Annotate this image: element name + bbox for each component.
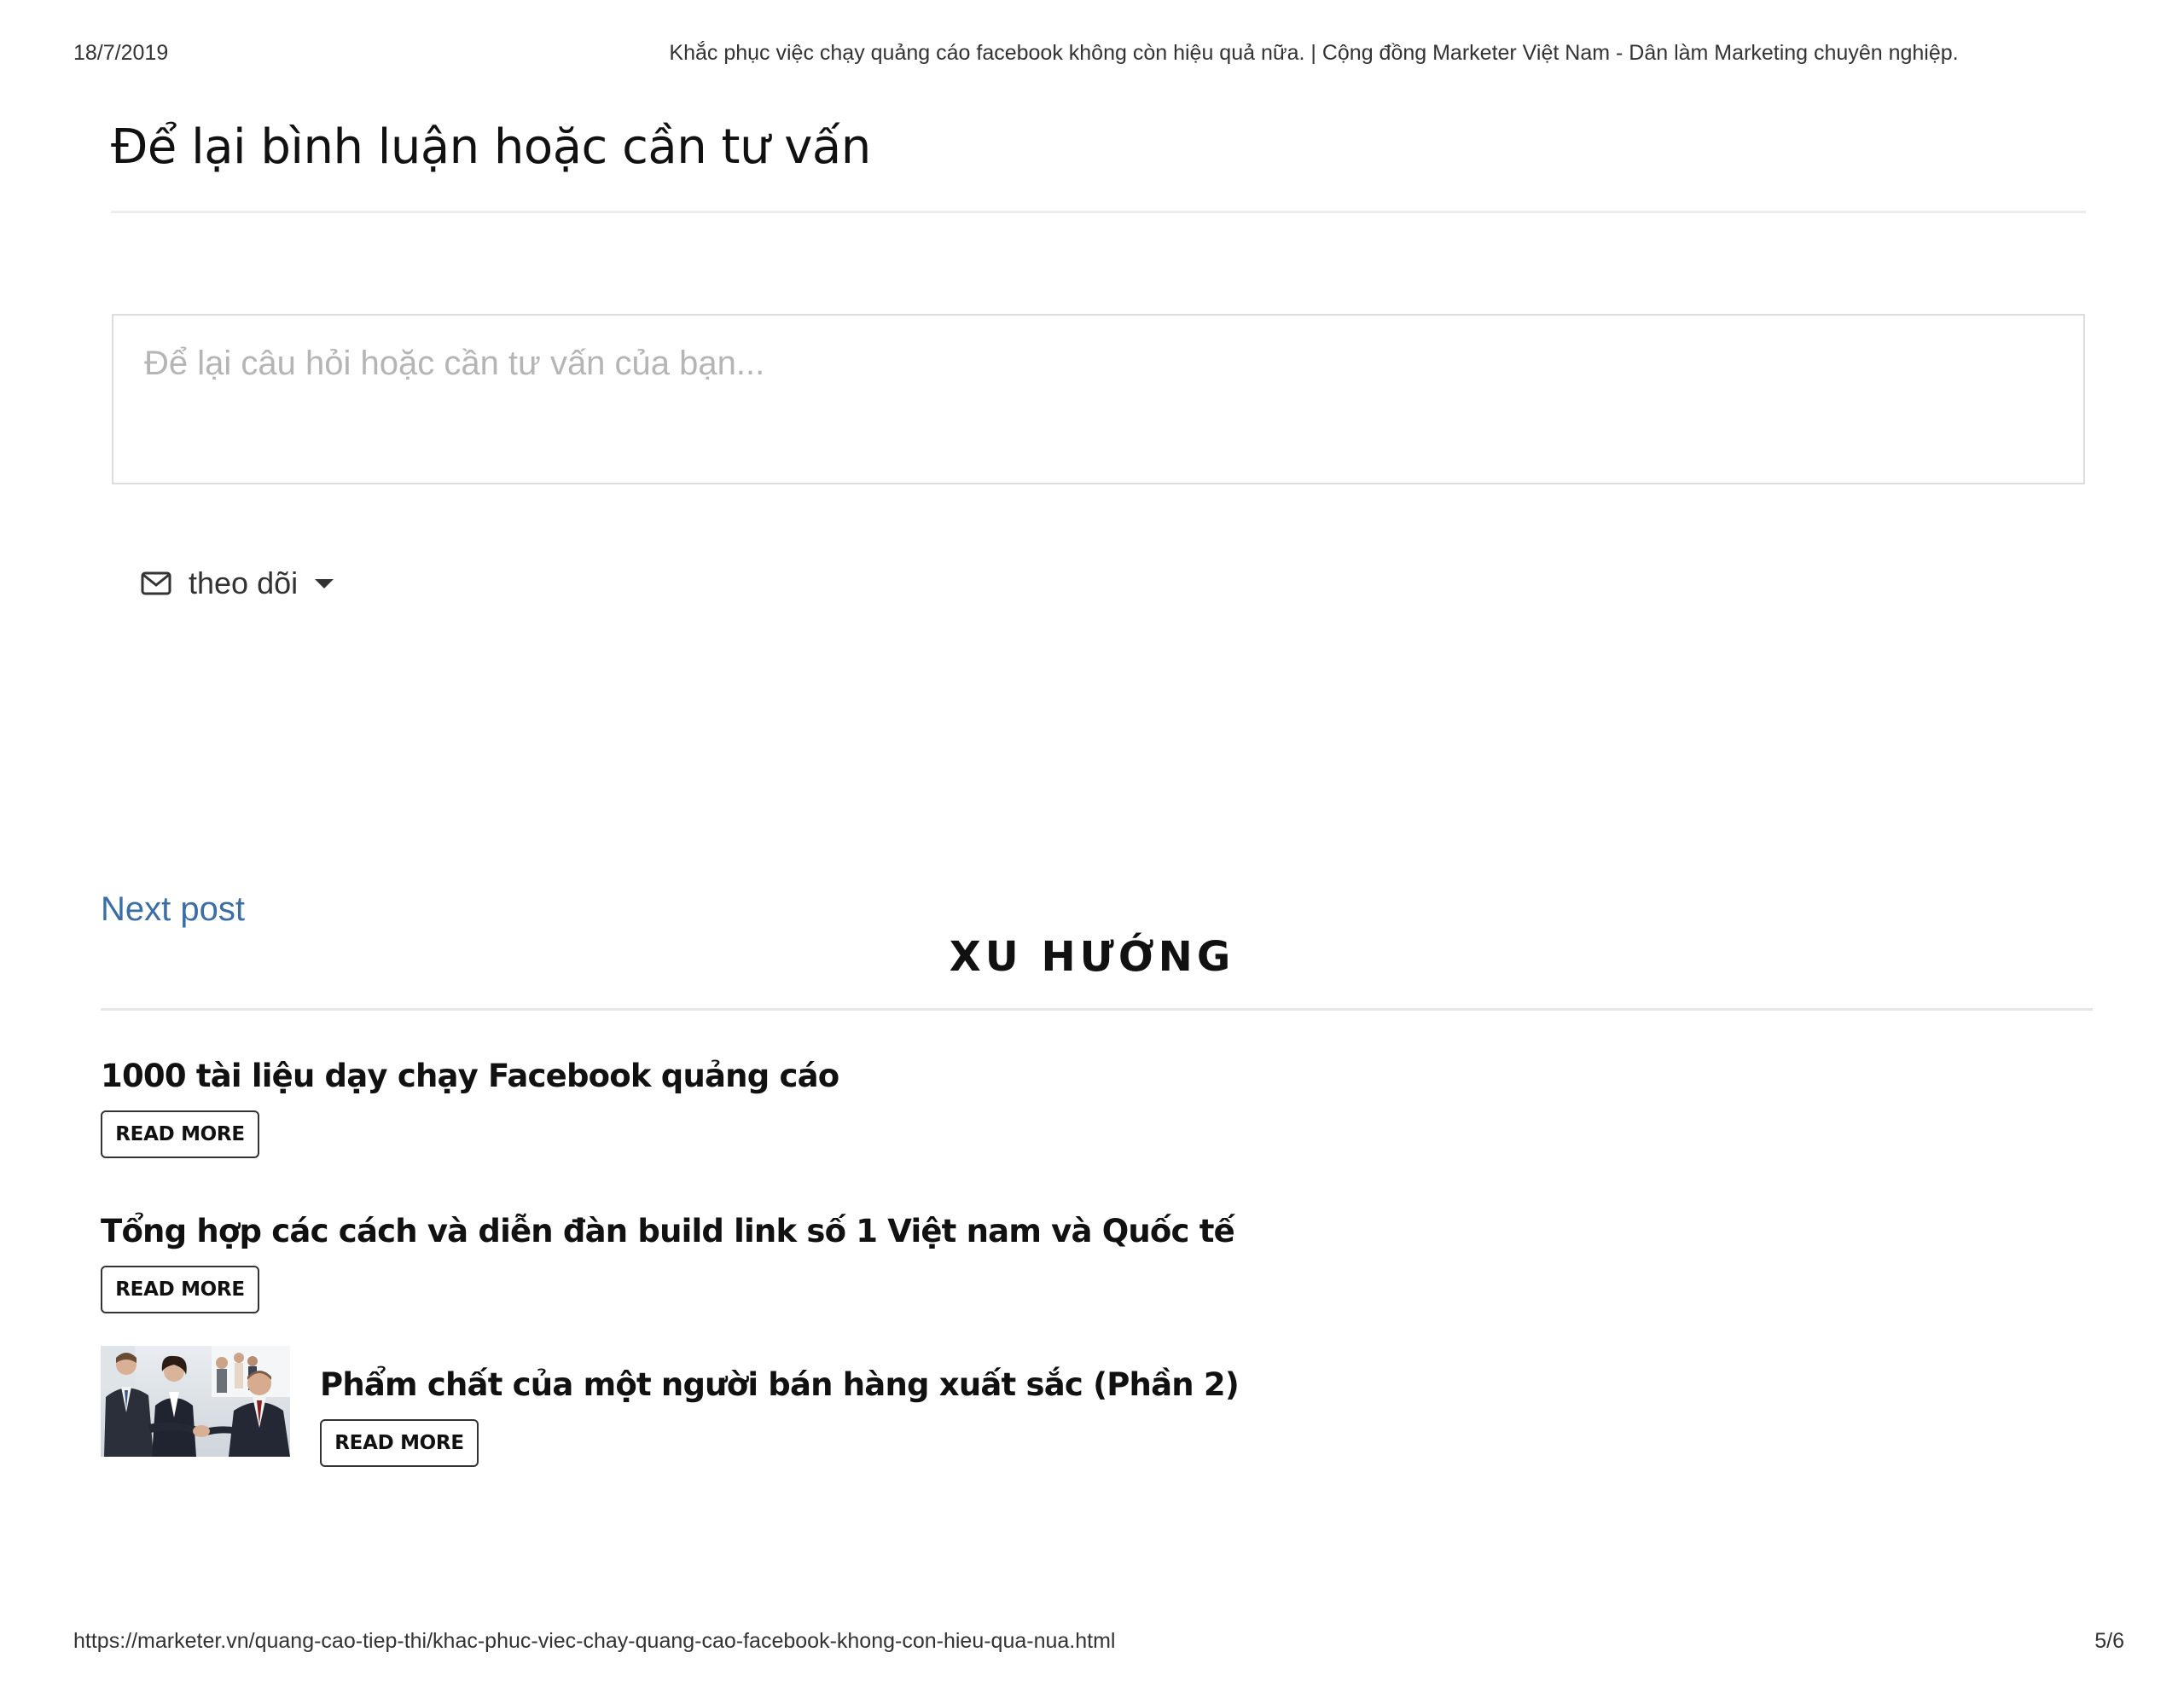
print-page-title: Khắc phục việc chạy quảng cáo facebook k… [669, 41, 1959, 65]
subscribe-dropdown[interactable]: theo dõi [141, 563, 334, 604]
subscribe-label: theo dõi [189, 565, 299, 600]
page-number: 5/6 [2094, 1629, 2124, 1653]
trending-divider [101, 1008, 2093, 1011]
envelope-icon [141, 571, 171, 595]
comment-textarea[interactable]: Để lại câu hỏi hoặc cần tư vấn của bạn..… [112, 314, 2085, 484]
trending-post-title[interactable]: Tổng hợp các cách và diễn đàn build link… [101, 1213, 1235, 1249]
caret-down-icon [315, 578, 334, 588]
read-more-button[interactable]: READ MORE [101, 1110, 259, 1158]
print-date: 18/7/2019 [73, 41, 169, 65]
trending-heading: XU HƯỚNG [949, 933, 1235, 981]
trending-post-title[interactable]: Phẩm chất của một người bán hàng xuất sắ… [320, 1366, 1240, 1403]
thumbnail-graphic [101, 1346, 290, 1457]
comment-placeholder: Để lại câu hỏi hoặc cần tư vấn của bạn..… [144, 345, 765, 382]
next-post-link[interactable]: Next post [101, 890, 245, 929]
comment-section-heading: Để lại bình luận hoặc cần tư vấn [111, 119, 871, 175]
print-url: https://marketer.vn/quang-cao-tiep-thi/k… [73, 1629, 1116, 1653]
print-header: 18/7/2019 Khắc phục việc chạy quảng cáo … [73, 41, 2111, 68]
business-handshake-photo[interactable] [101, 1346, 290, 1457]
read-more-button[interactable]: READ MORE [320, 1419, 479, 1467]
read-more-button[interactable]: READ MORE [101, 1266, 259, 1313]
trending-post-title[interactable]: 1000 tài liệu dạy chạy Facebook quảng cá… [101, 1058, 839, 1094]
comment-divider [111, 211, 2086, 213]
print-footer: https://marketer.vn/quang-cao-tiep-thi/k… [73, 1629, 2124, 1656]
